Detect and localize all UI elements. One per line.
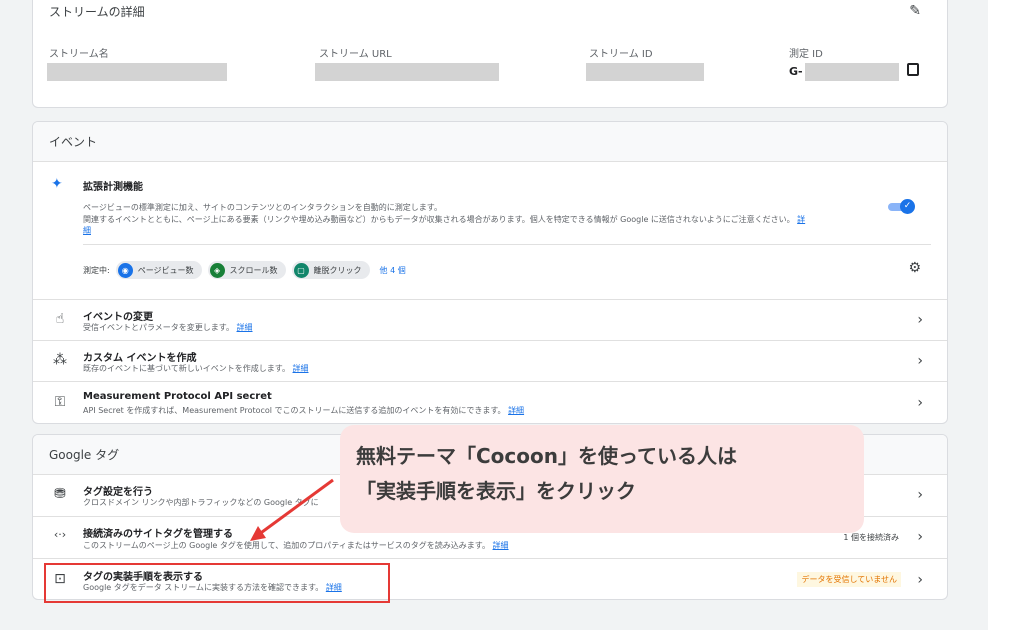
google-tag-title: Google タグ (49, 448, 120, 462)
stream-id-label: ストリーム ID (589, 49, 653, 60)
row-mp-api-secret-link[interactable]: 詳細 (508, 406, 524, 415)
no-data-badge: データを受信していません (797, 572, 901, 587)
scroll-icon: ◈ (209, 262, 225, 278)
connected-count-badge: 1 個を接続済み (843, 533, 899, 542)
mouse-icon: ▢ (293, 262, 309, 278)
row-create-custom-event-title: カスタム イベントを作成 (83, 353, 197, 364)
stream-url-redacted (315, 63, 499, 81)
callout-line-1: 無料テーマ「Cocoon」を使っている人は (356, 444, 737, 468)
events-title: イベント (49, 135, 98, 149)
row-manage-connected-tags-title: 接続済みのサイトタグを管理する (83, 529, 233, 540)
row-manage-connected-tags-sub: このストリームのページ上の Google タグを使用して、追加のプロパティまたは… (83, 541, 509, 550)
row-create-custom-event[interactable]: ⁂ カスタム イベントを作成 既存のイベントに基づいて新しいイベントを作成します… (33, 340, 947, 381)
enhanced-desc-2: 関連するイベントとともに、ページ上にある要素（リンクや埋め込み動画など）からもデ… (83, 215, 806, 235)
row-configure-tag-sub: クロスドメイン リンクや内部トラフィックなどの Google タグに (83, 498, 319, 507)
chevron-right-icon: › (917, 395, 923, 411)
events-header: イベント (33, 122, 947, 162)
page-margin (988, 0, 1009, 630)
stream-details-title: ストリームの詳細 (49, 5, 145, 19)
row-modify-events-link[interactable]: 詳細 (237, 323, 253, 332)
row-configure-tag-title: タグ設定を行う (83, 487, 153, 498)
row-mp-api-secret-title: Measurement Protocol API secret (83, 391, 272, 402)
measuring-label: 測定中: (83, 265, 110, 275)
chevron-right-icon: › (917, 312, 923, 328)
chip-outbound-click[interactable]: ▢ 離脱クリック (291, 261, 370, 279)
eye-icon: ◉ (117, 262, 133, 278)
row-create-custom-event-sub: 既存のイベントに基づいて新しいイベントを作成します。 詳細 (83, 364, 309, 373)
edit-icon[interactable]: ✎ (909, 3, 921, 19)
more-events-link[interactable]: 他 4 個 (380, 265, 406, 276)
stream-name-label: ストリーム名 (49, 49, 109, 60)
chevron-right-icon: › (917, 353, 923, 369)
code-arrows-icon: ‹·› (53, 528, 67, 541)
enhanced-detail-link[interactable]: 詳 (797, 215, 805, 224)
chip-pageview[interactable]: ◉ ページビュー数 (115, 261, 202, 279)
measurement-id-redacted (805, 63, 899, 81)
row-create-custom-event-link[interactable]: 詳細 (293, 364, 309, 373)
chip-scroll[interactable]: ◈ スクロール数 (207, 261, 286, 279)
section-divider (83, 244, 931, 245)
row-modify-events[interactable]: ☝ イベントの変更 受信イベントとパラメータを変更します。 詳細 › (33, 299, 947, 340)
key-icon: ⚿ (54, 394, 66, 410)
settings-gear-icon[interactable]: ⚙ (908, 260, 921, 276)
chevron-right-icon: › (917, 487, 923, 503)
chevron-right-icon: › (917, 529, 923, 545)
sparkle-icon: ✦ (51, 176, 63, 192)
row-modify-events-sub: 受信イベントとパラメータを変更します。 詳細 (83, 323, 253, 332)
row-mp-api-secret[interactable]: ⚿ Measurement Protocol API secret API Se… (33, 381, 947, 423)
annotation-callout: 無料テーマ「Cocoon」を使っている人は 「実装手順を表示」をクリック (340, 425, 864, 533)
row-mp-api-secret-sub: API Secret を作成すれば、Measurement Protocol で… (83, 406, 525, 415)
enhanced-title: 拡張計測機能 (83, 182, 143, 193)
measurement-id-value: G- (789, 65, 803, 78)
measuring-row: 測定中: ◉ ページビュー数 ◈ スクロール数 ▢ 離脱クリック 他 4 個 (83, 261, 406, 279)
chevron-right-icon: › (917, 572, 923, 588)
stream-name-redacted (47, 63, 227, 81)
touch-icon: ☝ (55, 311, 65, 327)
stream-url-label: ストリーム URL (319, 49, 392, 60)
toggle-check-icon: ✓ (900, 199, 915, 214)
enhanced-detail-link-cont[interactable]: 細 (83, 226, 91, 235)
row-manage-connected-tags-link[interactable]: 詳細 (493, 541, 509, 550)
stream-id-redacted (586, 63, 704, 81)
events-card: イベント ✦ 拡張計測機能 ページビューの標準測定に加え、サイトのコンテンツとの… (32, 121, 948, 424)
copy-icon[interactable] (907, 63, 919, 76)
row-modify-events-title: イベントの変更 (83, 312, 153, 323)
tag-settings-icon: ⛃ (54, 486, 66, 502)
callout-line-2: 「実装手順を表示」をクリック (356, 479, 636, 503)
enhanced-desc-1: ページビューの標準測定に加え、サイトのコンテンツとのインタラクションを自動的に測… (83, 203, 442, 212)
cursor-sparkle-icon: ⁂ (53, 352, 67, 368)
enhanced-toggle[interactable]: ✓ (888, 199, 916, 214)
measurement-id-label: 測定 ID (789, 49, 823, 60)
stream-details-card: ストリームの詳細 ✎ ストリーム名 ストリーム URL ストリーム ID 測定 … (32, 0, 948, 108)
highlight-box (44, 563, 390, 603)
